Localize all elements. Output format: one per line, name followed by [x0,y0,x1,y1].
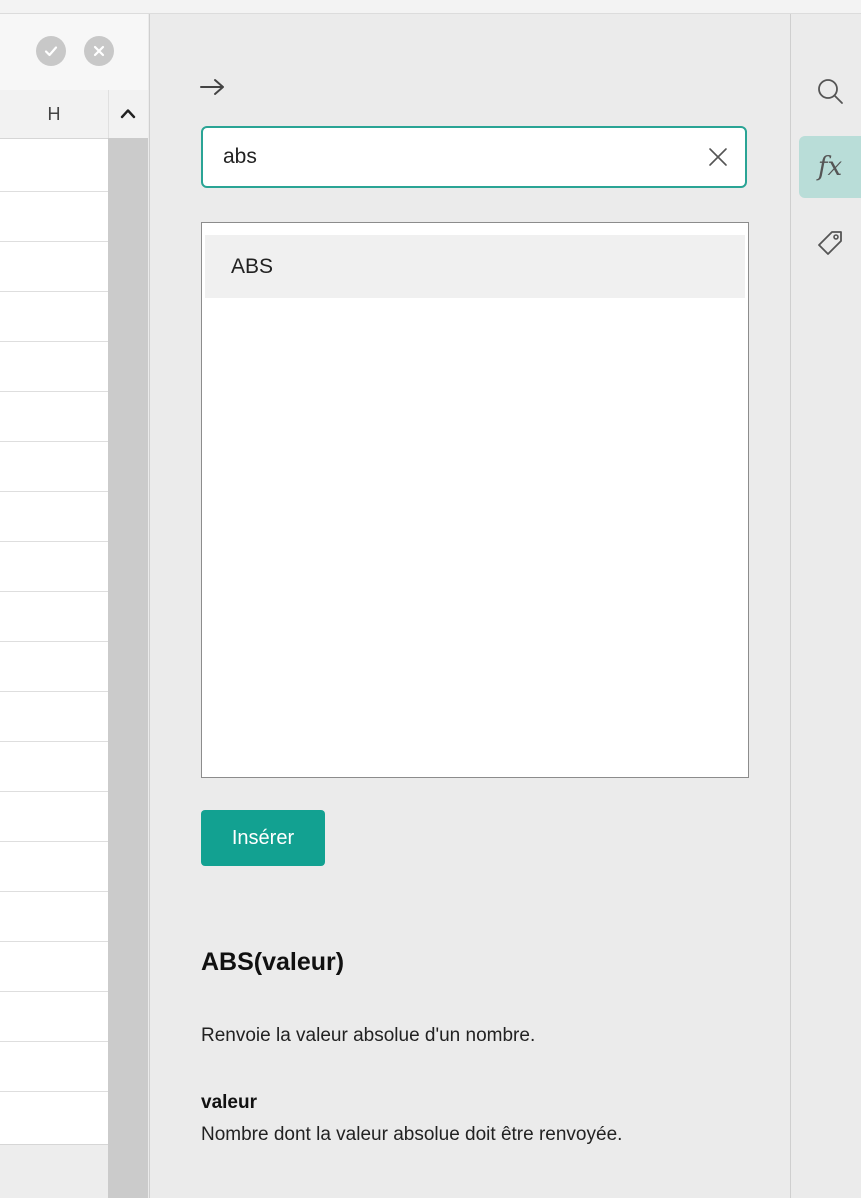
search-icon [818,79,843,104]
chevron-up-icon [120,109,136,119]
arrow-right-icon [200,79,224,95]
function-search-input[interactable] [223,128,693,186]
function-search-box[interactable] [201,126,747,188]
row-divider [0,1091,108,1092]
row-divider [0,591,108,592]
column-header-row: H [0,90,148,139]
column-header-h[interactable]: H [0,90,109,138]
clear-icon [709,148,727,166]
spreadsheet-area: H [0,14,148,1198]
collapse-panel-button[interactable] [198,72,232,102]
functions-tab[interactable]: fx [799,136,861,198]
row-divider [0,541,108,542]
clear-search-button[interactable] [707,146,729,168]
row-divider [0,741,108,742]
check-icon [44,46,58,57]
row-divider [0,291,108,292]
close-icon [93,45,105,57]
cancel-button[interactable] [84,36,114,66]
tag-icon [818,231,842,255]
window-top-edge [0,0,861,14]
row-divider [0,941,108,942]
row-divider [0,341,108,342]
sheet-bottom-bar [0,1144,108,1198]
parameter-name: valeur [201,1092,257,1113]
row-divider [0,641,108,642]
vertical-scrollbar[interactable] [108,138,148,1198]
formula-bar-controls [0,14,148,90]
insert-button[interactable]: Insérer [201,810,325,866]
scroll-up-button[interactable] [108,90,148,138]
function-panel: ABS Insérer ABS(valeur) Renvoie la valeu… [149,14,790,1198]
tags-tab[interactable] [799,212,861,274]
confirm-button[interactable] [36,36,66,66]
row-divider [0,991,108,992]
parameter-description: Nombre dont la valeur absolue doit être … [201,1124,623,1145]
fx-icon: fx [817,152,843,182]
row-divider [0,241,108,242]
function-syntax: ABS(valeur) [201,948,345,976]
side-icon-rail: fx [790,14,861,1198]
row-divider [0,791,108,792]
row-divider [0,1041,108,1042]
row-divider [0,891,108,892]
function-results-list: ABS [201,222,749,778]
row-divider [0,491,108,492]
search-tab[interactable] [799,60,861,122]
row-divider [0,691,108,692]
row-divider [0,841,108,842]
row-divider [0,441,108,442]
row-divider [0,191,108,192]
function-result-item[interactable]: ABS [205,235,745,298]
function-description: Renvoie la valeur absolue d'un nombre. [201,1025,536,1046]
sheet-rows[interactable] [0,139,108,1149]
row-divider [0,391,108,392]
